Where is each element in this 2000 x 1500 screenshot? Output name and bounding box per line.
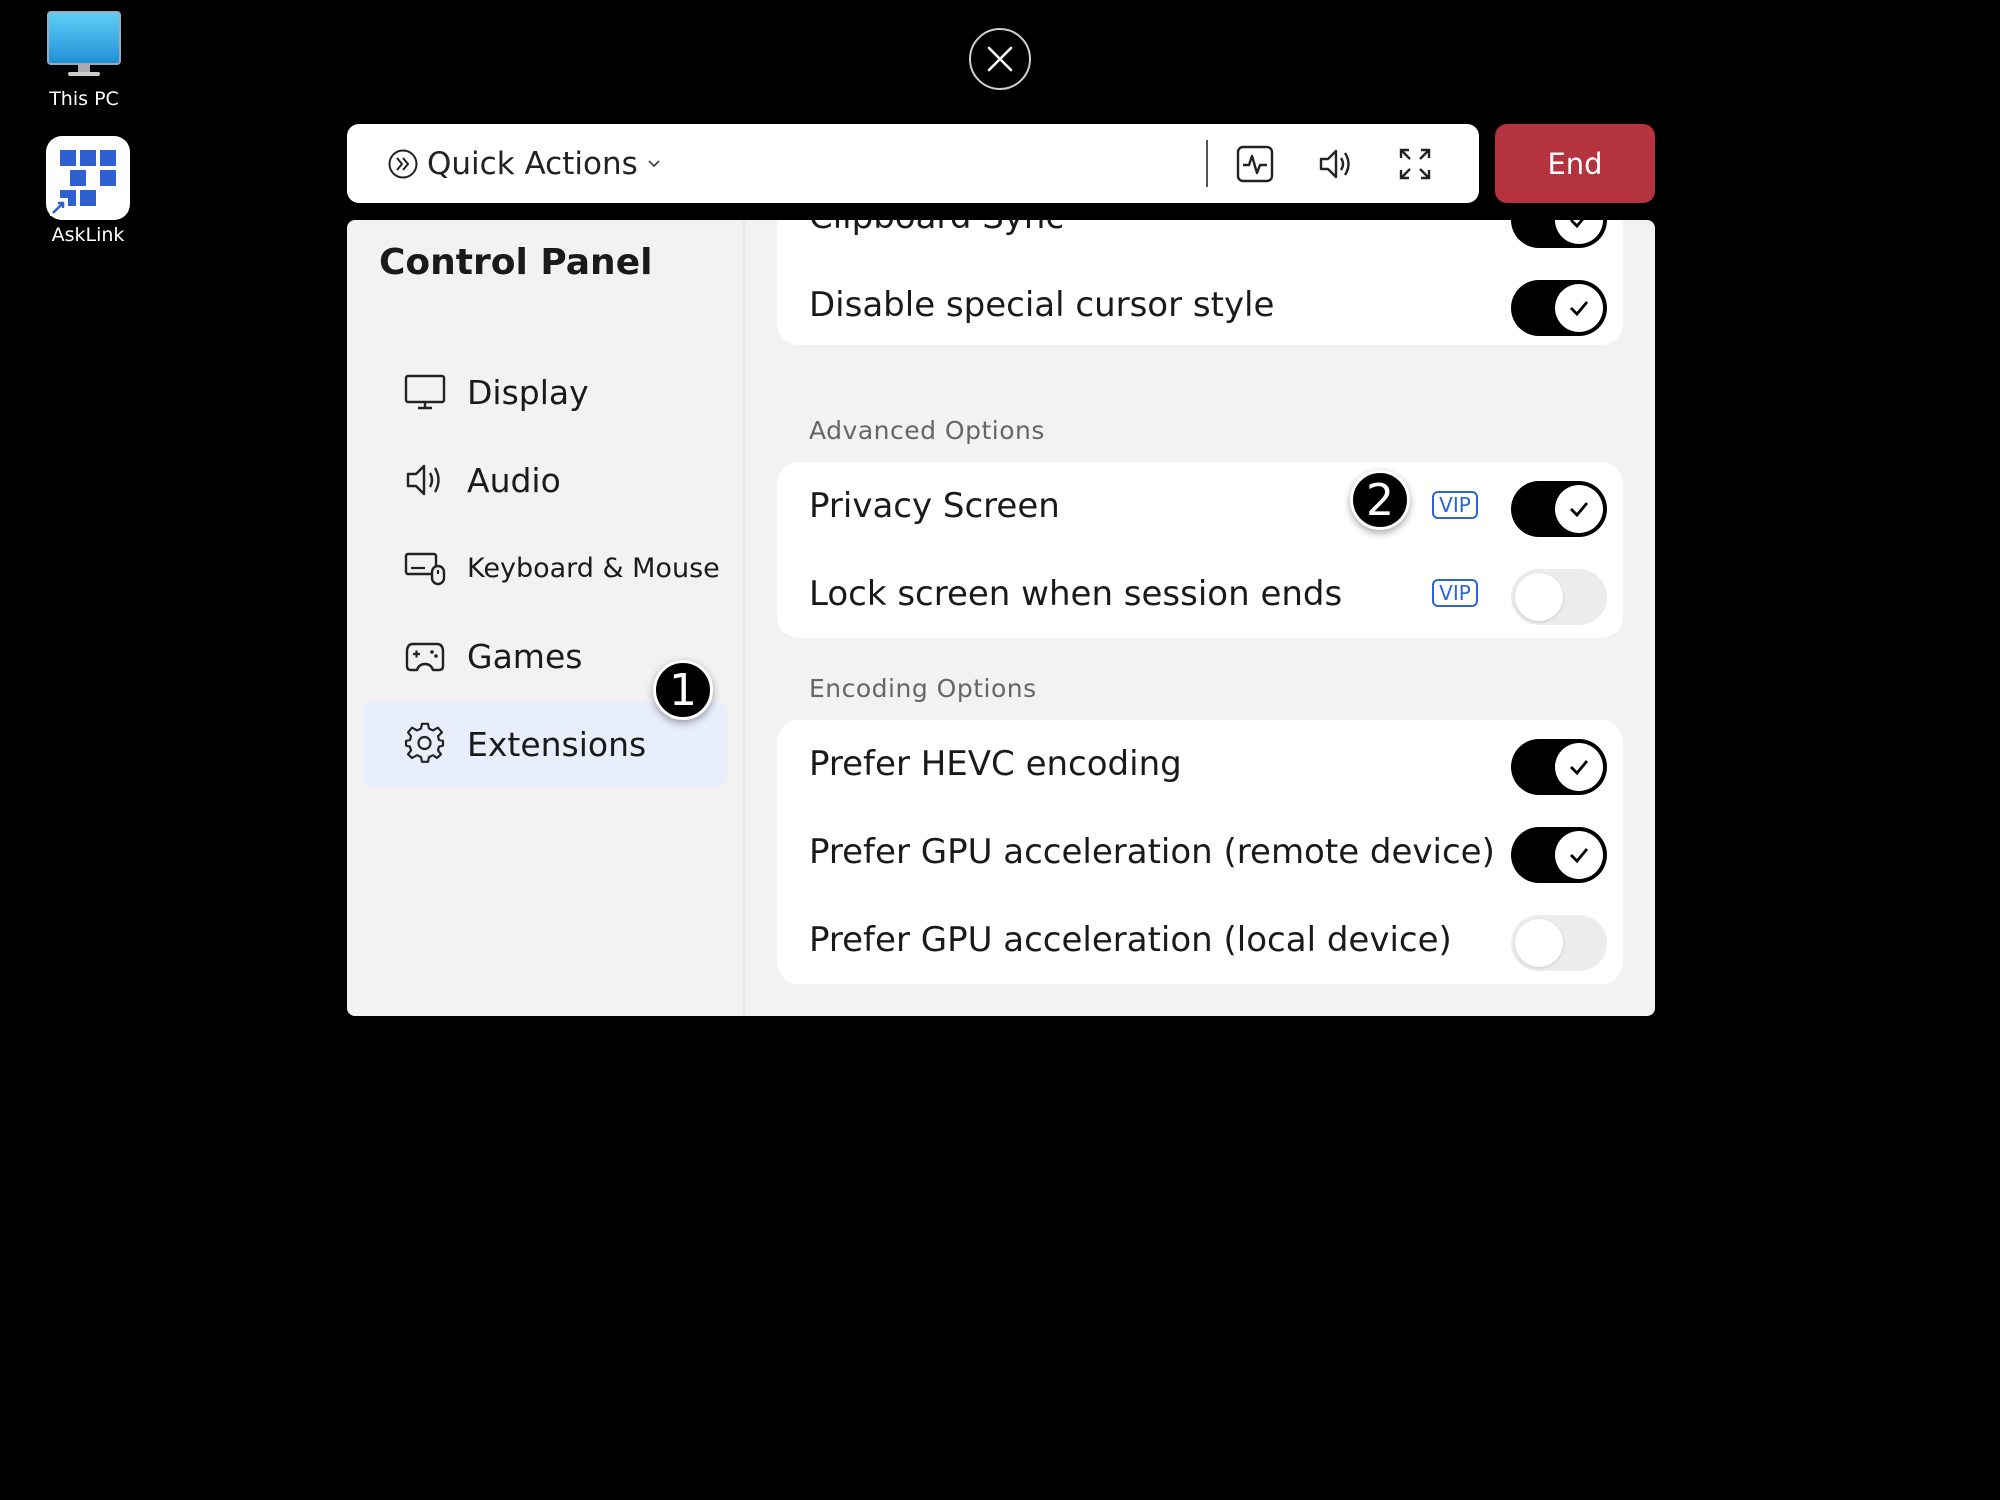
sidebar-item-label: Keyboard & Mouse (467, 552, 720, 584)
monitor-icon (47, 11, 121, 76)
check-icon (1570, 301, 1589, 317)
gear-icon (404, 722, 445, 763)
gamepad-icon (405, 642, 445, 672)
sidebar: Control Panel Display Audio Keyboard & M… (347, 220, 745, 1016)
setting-label: Prefer HEVC encoding (809, 744, 1182, 784)
setting-row-lock-screen: Lock screen when session ends VIP (777, 552, 1623, 640)
setting-row-gpu-local: Prefer GPU acceleration (local device) (777, 898, 1623, 986)
extensions-settings: Clipboard Sync Disable special cursor st… (745, 220, 1655, 1016)
step-marker-2: 2 (1350, 470, 1410, 530)
general-settings-card: Clipboard Sync Disable special cursor st… (777, 220, 1623, 345)
setting-row-cursor-style: Disable special cursor style (777, 263, 1623, 351)
end-session-button[interactable]: End (1495, 124, 1655, 203)
setting-row-clipboard-sync: Clipboard Sync (777, 220, 1623, 263)
section-header-encoding: Encoding Options (809, 674, 1037, 703)
quick-actions-dropdown[interactable]: Quick Actions (387, 124, 662, 203)
fullscreen-icon (1399, 148, 1431, 180)
double-chevron-icon (388, 149, 418, 178)
chevron-down-icon (648, 159, 660, 167)
asklink-logo-icon (46, 136, 130, 220)
desktop-icon-label: This PC (49, 88, 119, 110)
session-toolbar: Quick Actions (347, 124, 1479, 203)
gpu-remote-toggle[interactable] (1511, 827, 1607, 883)
privacy-screen-toggle[interactable] (1511, 481, 1607, 537)
setting-label: Lock screen when session ends (809, 574, 1343, 614)
performance-monitor-button[interactable] (1233, 142, 1277, 186)
setting-row-gpu-remote: Prefer GPU acceleration (remote device) (777, 810, 1623, 898)
lock-screen-toggle[interactable] (1511, 569, 1607, 625)
disable-cursor-style-toggle[interactable] (1511, 280, 1607, 336)
clipboard-sync-toggle[interactable] (1511, 220, 1607, 248)
advanced-options-card: Privacy Screen VIP Lock screen when sess… (777, 462, 1623, 638)
encoding-options-card: Prefer HEVC encoding Prefer GPU accelera… (777, 720, 1623, 984)
sidebar-item-audio[interactable]: Audio (363, 438, 727, 522)
setting-label: Prefer GPU acceleration (remote device) (809, 832, 1495, 872)
close-button[interactable] (969, 28, 1031, 90)
desktop-icon-label: AskLink (51, 224, 125, 246)
toolbar-divider (1206, 140, 1208, 187)
setting-label: Prefer GPU acceleration (local device) (809, 920, 1452, 960)
setting-row-hevc: Prefer HEVC encoding (777, 722, 1623, 810)
section-header-advanced: Advanced Options (809, 416, 1045, 445)
performance-monitor-icon (1236, 145, 1274, 183)
sidebar-item-label: Extensions (467, 724, 647, 764)
sidebar-item-label: Audio (467, 460, 561, 500)
check-icon (1570, 502, 1589, 518)
hevc-encoding-toggle[interactable] (1511, 739, 1607, 795)
vip-badge: VIP (1432, 579, 1478, 607)
step-marker-1: 1 (653, 660, 713, 720)
quick-actions-label: Quick Actions (427, 145, 638, 182)
check-icon (1570, 760, 1589, 776)
audio-button[interactable] (1314, 142, 1358, 186)
close-icon (987, 46, 1013, 72)
panel-title: Control Panel (379, 242, 653, 283)
sidebar-item-display[interactable]: Display (363, 350, 727, 434)
sidebar-item-label: Display (467, 372, 589, 412)
desktop-icon-this-pc[interactable]: This PC (29, 10, 139, 110)
setting-row-privacy-screen: Privacy Screen VIP (777, 464, 1623, 552)
speaker-icon (1319, 149, 1350, 179)
monitor-icon (404, 374, 446, 410)
keyboard-mouse-icon (404, 552, 446, 586)
setting-label: Clipboard Sync (809, 220, 1064, 237)
fullscreen-button[interactable] (1393, 142, 1437, 186)
gpu-local-toggle[interactable] (1511, 915, 1607, 971)
sidebar-item-keyboard-mouse[interactable]: Keyboard & Mouse (363, 526, 727, 610)
desktop-icon-asklink[interactable]: AskLink (33, 136, 143, 246)
control-panel: Control Panel Display Audio Keyboard & M… (347, 220, 1655, 1016)
check-icon (1570, 848, 1589, 864)
check-icon (1570, 220, 1584, 229)
vip-badge: VIP (1432, 491, 1478, 519)
speaker-icon (406, 464, 440, 496)
setting-label: Disable special cursor style (809, 285, 1275, 325)
sidebar-item-label: Games (467, 636, 583, 676)
setting-label: Privacy Screen (809, 486, 1060, 526)
